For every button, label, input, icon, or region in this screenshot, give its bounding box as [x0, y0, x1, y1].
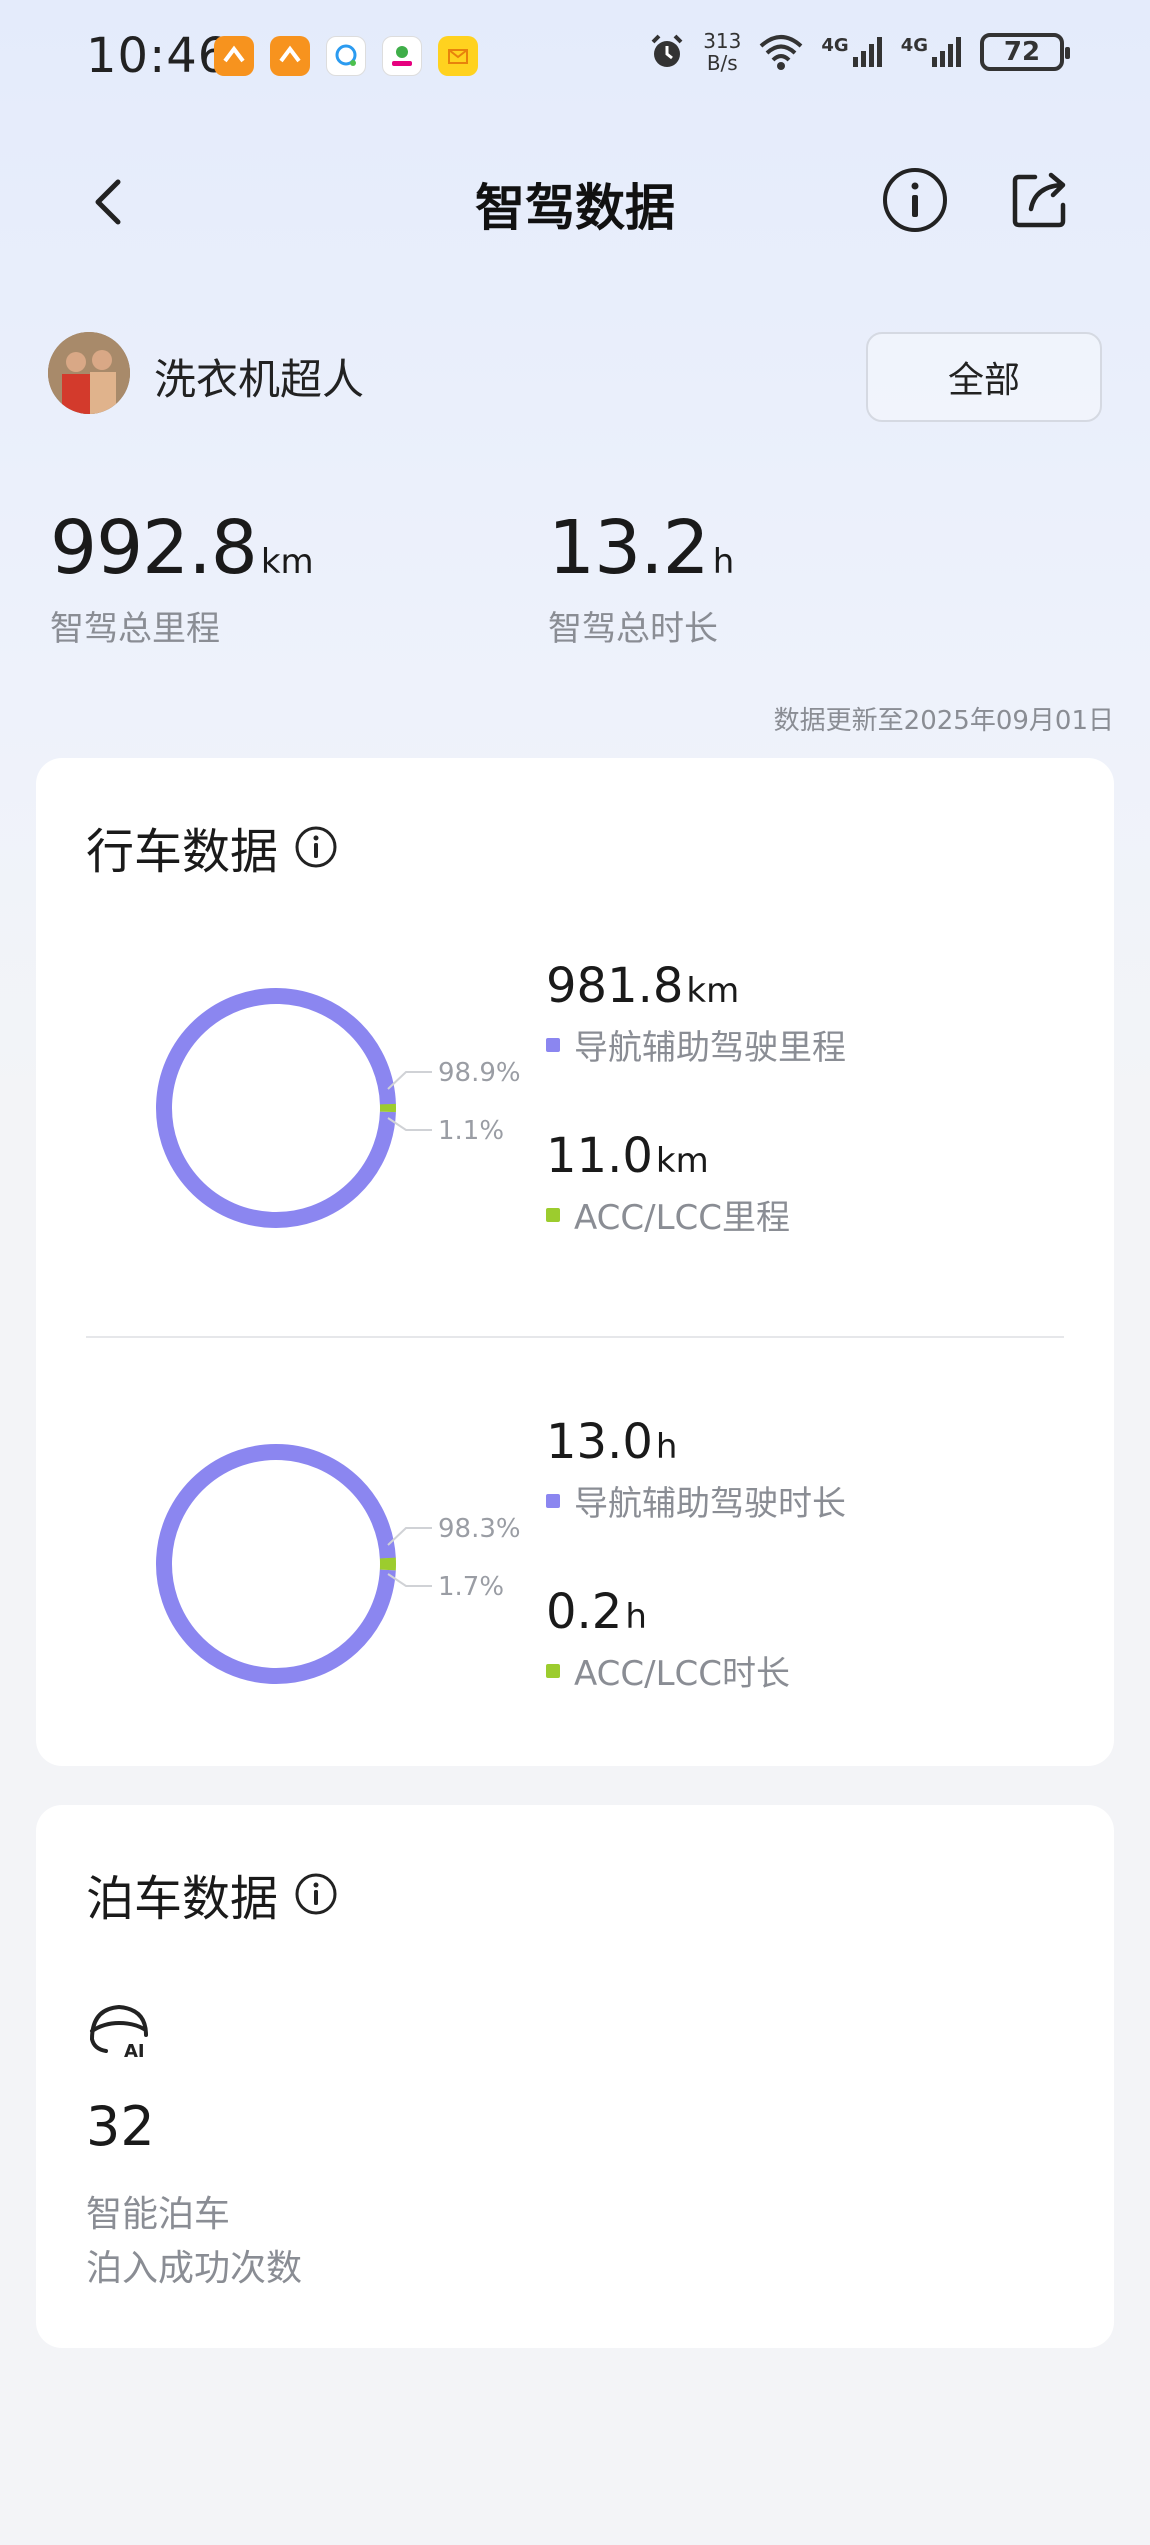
nav-assist-duration-value: 13.0 [546, 1414, 653, 1470]
legend-dot-secondary [546, 1207, 560, 1222]
mileage-secondary-pct: 1.1% [438, 1116, 504, 1146]
info-icon[interactable] [880, 165, 950, 235]
driving-data-card: 行车数据 98.9% 1.1% 981.8km 导航辅助驾驶里程 11.0km … [36, 758, 1114, 1766]
status-time: 10:46 [86, 28, 230, 84]
total-duration-value: 13.2 [548, 505, 710, 591]
duration-ring-primary [156, 1444, 396, 1684]
total-duration-unit: h [712, 542, 735, 582]
signal-bars-icon [852, 37, 882, 67]
parking-data-card: 泊车数据 AI 32 智能泊车 泊入成功次数 [36, 1805, 1114, 2348]
mail-icon [438, 36, 478, 76]
duration-primary-pct: 98.3% [438, 1514, 521, 1544]
total-duration-label: 智驾总时长 [548, 609, 718, 649]
total-mileage-unit: km [260, 542, 314, 582]
nav-assist-duration-label: 导航辅助驾驶时长 [574, 1484, 846, 1524]
acc-lcc-duration-value: 0.2 [546, 1584, 623, 1640]
vehicle-filter-button[interactable]: 全部 [866, 332, 1102, 422]
nav-assist-duration-unit: h [655, 1427, 678, 1467]
page-title: 智驾数据 [475, 179, 675, 237]
driving-data-title: 行车数据 [86, 812, 338, 882]
mileage-leader-primary [387, 1071, 432, 1090]
legend-dot-primary [546, 1493, 560, 1508]
acc-lcc-mileage-label: ACC/LCC里程 [574, 1198, 791, 1238]
status-bar: 10:46 313 B/s 4G 4G 72 [0, 0, 1150, 115]
acc-lcc-mileage-value: 11.0 [546, 1128, 653, 1184]
nav-assist-mileage-value: 981.8 [546, 958, 684, 1014]
driving-data-title-text: 行车数据 [86, 824, 279, 880]
signal-bars-icon [932, 37, 961, 67]
signal-indicator-2: 4G [901, 35, 964, 69]
total-mileage-label: 智驾总里程 [50, 609, 220, 649]
parking-label: 智能泊车 [86, 2194, 231, 2235]
net-speed-value: 313 [703, 29, 742, 53]
duration-ring-chart: 98.3% 1.7% [156, 1444, 521, 1684]
parking-data-title-text: 泊车数据 [86, 1871, 279, 1927]
legend-dot-secondary [546, 1663, 560, 1678]
acc-lcc-duration-label: ACC/LCC时长 [574, 1654, 791, 1694]
total-duration-summary: 13.2 h 智驾总时长 [548, 505, 734, 650]
share-icon[interactable] [1005, 165, 1075, 235]
duration-breakdown: 98.3% 1.7% 13.0h 导航辅助驾驶时长 0.2h ACC/LCC时长 [36, 1414, 1114, 1714]
update-note: 数据更新至2025年09月01日 [773, 706, 1114, 736]
nav-bar: 智驾数据 [0, 150, 1150, 260]
total-mileage-summary: 992.8 km 智驾总里程 [50, 505, 314, 650]
parking-sublabel: 泊入成功次数 [86, 2248, 303, 2289]
nav-assist-mileage-unit: km [686, 971, 740, 1011]
app-notification-icon [214, 36, 254, 76]
signal-type-label: 4G [900, 35, 928, 56]
acc-lcc-duration-unit: h [625, 1597, 647, 1637]
acc-lcc-duration-stat: 0.2h ACC/LCC时长 [546, 1584, 790, 1695]
parking-count: 32 [86, 2095, 155, 2158]
ai-icon-text: AI [124, 2041, 145, 2062]
chat-app-icon [326, 36, 366, 76]
user-row: 洗衣机超人 全部 [48, 332, 1102, 422]
mobile-carrier-icon [382, 36, 422, 76]
notification-icons [214, 36, 478, 76]
ai-parking-icon: AI [90, 2004, 148, 2062]
info-icon[interactable] [294, 1872, 338, 1916]
mileage-ring-chart: 98.9% 1.1% [156, 988, 521, 1228]
parking-data-title: 泊车数据 [86, 1859, 338, 1929]
duration-secondary-pct: 1.7% [438, 1572, 504, 1602]
mileage-ring-primary [156, 988, 396, 1228]
duration-leader-primary [387, 1527, 432, 1546]
mileage-primary-pct: 98.9% [438, 1058, 521, 1088]
nav-assist-mileage-stat: 981.8km 导航辅助驾驶里程 [546, 958, 846, 1069]
total-mileage-value: 992.8 [50, 505, 258, 591]
net-speed: 313 B/s [703, 30, 741, 74]
alarm-icon [651, 34, 683, 67]
avatar[interactable] [48, 332, 130, 414]
status-indicators: 313 B/s 4G 4G 72 [647, 30, 1070, 74]
mileage-breakdown: 98.9% 1.1% 981.8km 导航辅助驾驶里程 11.0km ACC/L… [36, 958, 1114, 1258]
acc-lcc-mileage-unit: km [655, 1141, 709, 1181]
nav-assist-duration-stat: 13.0h 导航辅助驾驶时长 [546, 1414, 846, 1525]
signal-indicator-1: 4G [821, 35, 884, 69]
legend-dot-primary [546, 1037, 560, 1052]
acc-lcc-mileage-stat: 11.0km ACC/LCC里程 [546, 1128, 790, 1239]
app-notification-icon [270, 36, 310, 76]
wifi-icon [760, 35, 803, 70]
info-icon[interactable] [294, 825, 338, 869]
divider [86, 1336, 1064, 1338]
net-speed-unit: B/s [706, 51, 738, 75]
nav-assist-mileage-label: 导航辅助驾驶里程 [574, 1028, 846, 1068]
signal-type-label: 4G [821, 35, 849, 56]
battery-indicator: 72 [980, 33, 1070, 71]
username: 洗衣机超人 [154, 355, 365, 404]
